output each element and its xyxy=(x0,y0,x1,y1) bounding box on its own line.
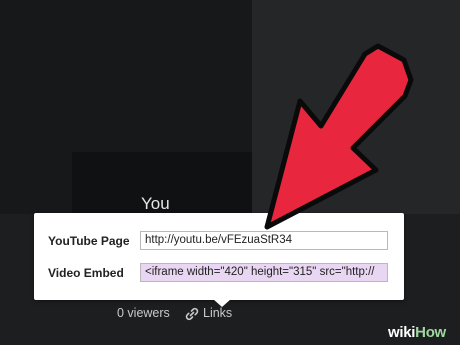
user-name-label: You xyxy=(141,194,170,213)
viewer-count: 0 viewers xyxy=(117,306,170,320)
video-embed-label: Video Embed xyxy=(48,266,124,280)
links-button[interactable]: Links xyxy=(203,306,232,320)
wikihow-watermark: wikiHow xyxy=(388,324,446,341)
video-embed-field[interactable]: <iframe width="420" height="315" src="ht… xyxy=(140,263,388,282)
youtube-page-label: YouTube Page xyxy=(48,234,130,248)
youtube-page-field[interactable]: http://youtu.be/vFEzuaStR34 xyxy=(140,231,388,250)
links-popup: YouTube Page http://youtu.be/vFEzuaStR34… xyxy=(34,213,404,300)
link-icon[interactable] xyxy=(184,307,200,321)
